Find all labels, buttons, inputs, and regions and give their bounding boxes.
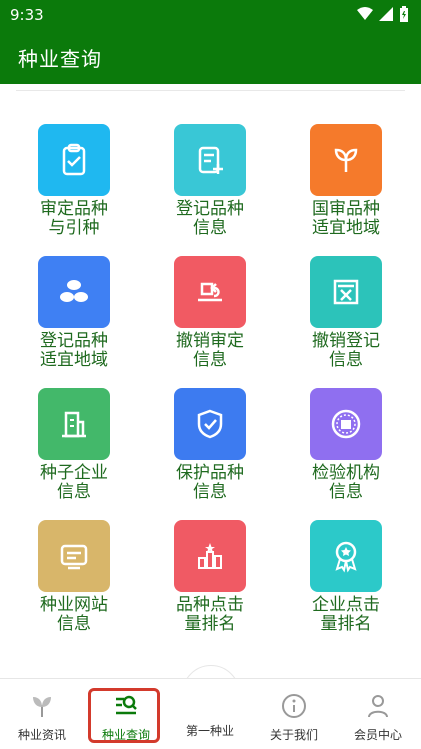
tile-revoked-registration[interactable]: 撤销登记 信息	[291, 256, 401, 374]
tile-label: 撤销审定 信息	[176, 331, 244, 370]
tile-label: 种子企业 信息	[40, 463, 108, 502]
tab-label: 种业资讯	[17, 728, 66, 742]
info-icon	[282, 694, 306, 718]
tile-protected-varieties[interactable]: 保护品种 信息	[155, 388, 265, 506]
tile-variety-click-ranking[interactable]: 品种点击 量排名	[155, 520, 265, 638]
tile-label: 登记品种 信息	[176, 199, 244, 238]
award-medal-icon	[310, 520, 382, 592]
tile-registered-varieties[interactable]: 登记品种 信息	[155, 124, 265, 242]
tile-national-suitable-regions[interactable]: 国审品种 适宜地域	[291, 124, 401, 242]
seed-beans-icon	[38, 256, 110, 328]
institution-seal-icon	[310, 388, 382, 460]
leaf-icon	[33, 697, 51, 717]
clipboard-check-icon	[38, 124, 110, 196]
status-bar: 9:33	[0, 0, 421, 30]
active-tab-highlight	[88, 688, 160, 743]
revoke-box-icon	[310, 256, 382, 328]
tile-revoked-approval[interactable]: 撤销审定 信息	[155, 256, 265, 374]
tab-about-us[interactable]: 关于我们	[252, 679, 336, 749]
ranking-podium-icon	[174, 520, 246, 592]
tile-company-click-ranking[interactable]: 企业点击 量排名	[291, 520, 401, 638]
tile-registered-suitable-regions[interactable]: 登记品种 适宜地域	[19, 256, 129, 374]
tile-seed-companies[interactable]: 种子企业 信息	[19, 388, 129, 506]
tile-approved-varieties[interactable]: 审定品种 与引种	[19, 124, 129, 242]
status-icons	[357, 6, 409, 22]
tile-label: 品种点击 量排名	[176, 595, 244, 634]
user-icon	[368, 695, 388, 718]
sprout-icon	[310, 124, 382, 196]
divider	[16, 90, 405, 91]
tab-first-industry[interactable]: 第一种业	[168, 679, 252, 749]
website-screen-icon	[38, 520, 110, 592]
tile-label: 登记品种 适宜地域	[40, 331, 108, 370]
tab-industry-news[interactable]: 种业资讯	[0, 679, 84, 749]
tab-label: 会员中心	[353, 728, 402, 742]
tile-industry-websites[interactable]: 种业网站 信息	[19, 520, 129, 638]
status-time: 9:33	[10, 6, 44, 24]
tile-label: 国审品种 适宜地域	[312, 199, 380, 238]
tab-member-center[interactable]: 会员中心	[336, 679, 420, 749]
shield-check-icon	[174, 388, 246, 460]
tile-label: 种业网站 信息	[40, 595, 108, 634]
tab-label: 关于我们	[269, 728, 318, 742]
signal-icon	[379, 7, 393, 21]
tab-label: 第一种业	[185, 724, 234, 738]
tile-inspection-institutions[interactable]: 检验机构 信息	[291, 388, 401, 506]
bottom-tab-bar: 种业资讯 种业查询 第一种业 关于我们 会员中心	[0, 678, 421, 749]
page-title: 种业查询	[18, 47, 102, 71]
tile-label: 企业点击 量排名	[312, 595, 380, 634]
app-bar: 种业查询	[0, 30, 421, 84]
tile-label: 检验机构 信息	[312, 463, 380, 502]
tile-label: 撤销登记 信息	[312, 331, 380, 370]
tile-label: 审定品种 与引种	[40, 199, 108, 238]
battery-icon	[400, 6, 408, 22]
wifi-icon	[357, 7, 373, 20]
revoke-stamp-icon	[174, 256, 246, 328]
register-plus-icon	[174, 124, 246, 196]
tile-label: 保护品种 信息	[176, 463, 244, 502]
building-icon	[38, 388, 110, 460]
